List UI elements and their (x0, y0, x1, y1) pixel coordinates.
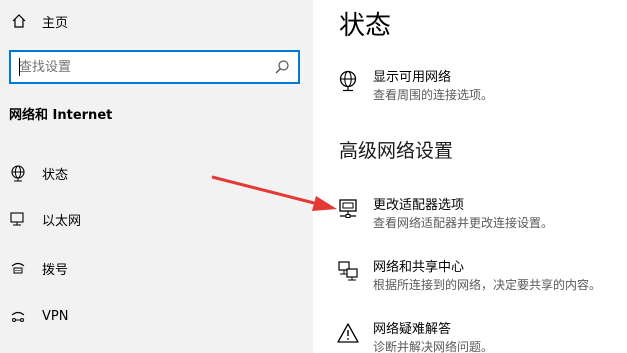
change-adapter-options-link[interactable]: 更改适配器选项 查看网络适配器并更改连接设置。 (335, 194, 620, 234)
home-label: 主页 (42, 15, 69, 31)
search-box[interactable] (9, 50, 300, 84)
sharing-center-desc: 根据所连接到的网络，决定要共享的内容。 (373, 278, 602, 292)
globe-status-icon (8, 163, 28, 183)
page-title: 状态 (339, 11, 392, 41)
globe-icon (335, 68, 361, 94)
sharing-center-title: 网络和共享中心 (373, 260, 465, 275)
warning-icon (335, 320, 361, 346)
ethernet-icon (8, 209, 28, 229)
vpn-icon (8, 306, 28, 326)
change-adapter-desc: 查看网络适配器并更改连接设置。 (373, 216, 554, 230)
dialup-icon (8, 258, 28, 278)
adapter-icon (335, 196, 361, 222)
show-networks-title: 显示可用网络 (373, 70, 452, 85)
home-nav-item[interactable]: 主页 (9, 9, 68, 33)
advanced-settings-title: 高级网络设置 (339, 140, 454, 162)
section-title: 网络和 Internet (9, 108, 113, 123)
sidebar-item-status[interactable]: 状态 (0, 155, 313, 191)
show-networks-desc: 查看周围的连接选项。 (373, 88, 494, 102)
sidebar-item-label: 以太网 (42, 213, 82, 229)
sharing-center-link[interactable]: 网络和共享中心 根据所连接到的网络，决定要共享的内容。 (335, 256, 620, 296)
sidebar-item-vpn[interactable]: VPN (0, 298, 313, 334)
settings-sidebar: 主页 网络和 Internet 状态 以太网 拨号 VPN (0, 0, 313, 353)
show-networks-link[interactable]: 显示可用网络 查看周围的连接选项。 (335, 66, 620, 106)
text-cursor (19, 58, 20, 76)
troubleshoot-desc: 诊断并解决网络问题。 (373, 340, 494, 353)
home-icon (9, 11, 29, 31)
sidebar-item-label: VPN (42, 308, 69, 324)
search-icon[interactable] (274, 59, 290, 75)
sidebar-item-dialup[interactable]: 拨号 (0, 250, 313, 286)
troubleshoot-link[interactable]: 网络疑难解答 诊断并解决网络问题。 (335, 318, 620, 353)
sidebar-item-label: 状态 (42, 167, 69, 183)
sidebar-item-ethernet[interactable]: 以太网 (0, 201, 313, 237)
sidebar-item-label: 拨号 (42, 262, 69, 278)
sharing-center-icon (335, 258, 361, 284)
settings-content: 状态 显示可用网络 查看周围的连接选项。 高级网络设置 更改适配器选项 查看网络… (313, 0, 627, 353)
search-input[interactable] (19, 58, 269, 76)
change-adapter-title: 更改适配器选项 (373, 198, 465, 213)
troubleshoot-title: 网络疑难解答 (373, 322, 452, 337)
